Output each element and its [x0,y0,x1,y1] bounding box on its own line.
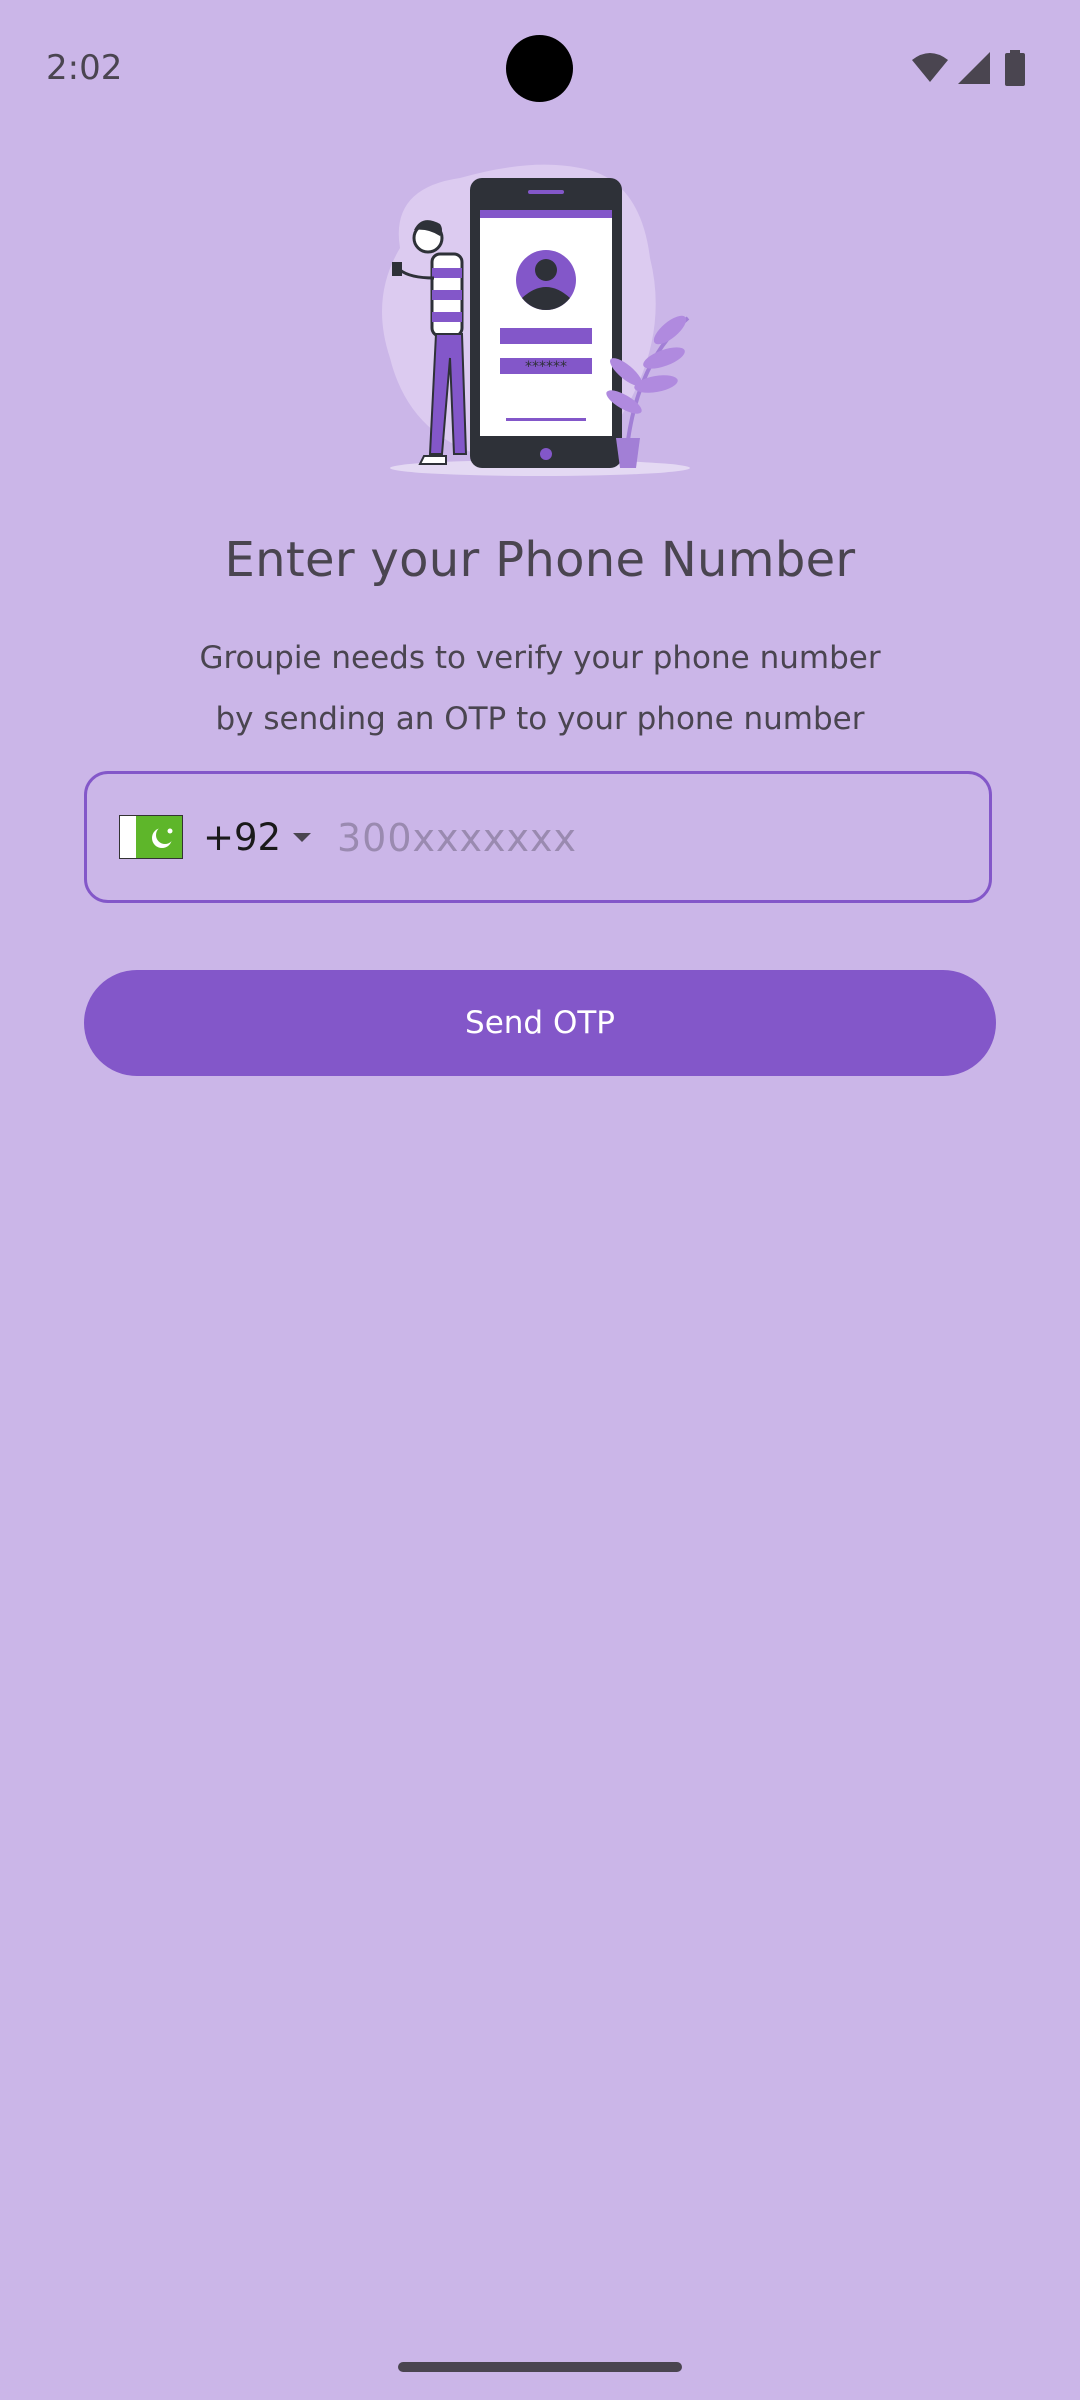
subtitle-line-1: Groupie needs to verify your phone numbe… [199,640,881,676]
camera-cutout [506,35,573,102]
subtitle-line-2: by sending an OTP to your phone number [215,701,865,737]
status-icons [910,50,1040,86]
wifi-icon [912,53,948,82]
page-subtitle: Groupie needs to verify your phone numbe… [120,628,960,750]
send-otp-button[interactable]: Send OTP [84,970,996,1076]
page-title: Enter your Phone Number [224,532,856,588]
password-mask: ****** [525,359,567,375]
status-bar: 2:02 [0,0,1080,140]
country-code-picker[interactable]: +92 [119,774,312,900]
phone-login-illustration: ****** [370,158,710,478]
phone-number-input[interactable] [335,798,959,878]
status-time: 2:02 [46,48,123,88]
navigation-gesture-bar[interactable] [398,2362,682,2372]
signal-icon [958,52,990,84]
battery-icon [1005,50,1025,86]
phone-number-field: +92 [84,771,992,903]
pakistan-flag-icon [119,815,183,859]
chevron-down-icon [293,832,312,842]
dial-code: +92 [203,815,282,859]
